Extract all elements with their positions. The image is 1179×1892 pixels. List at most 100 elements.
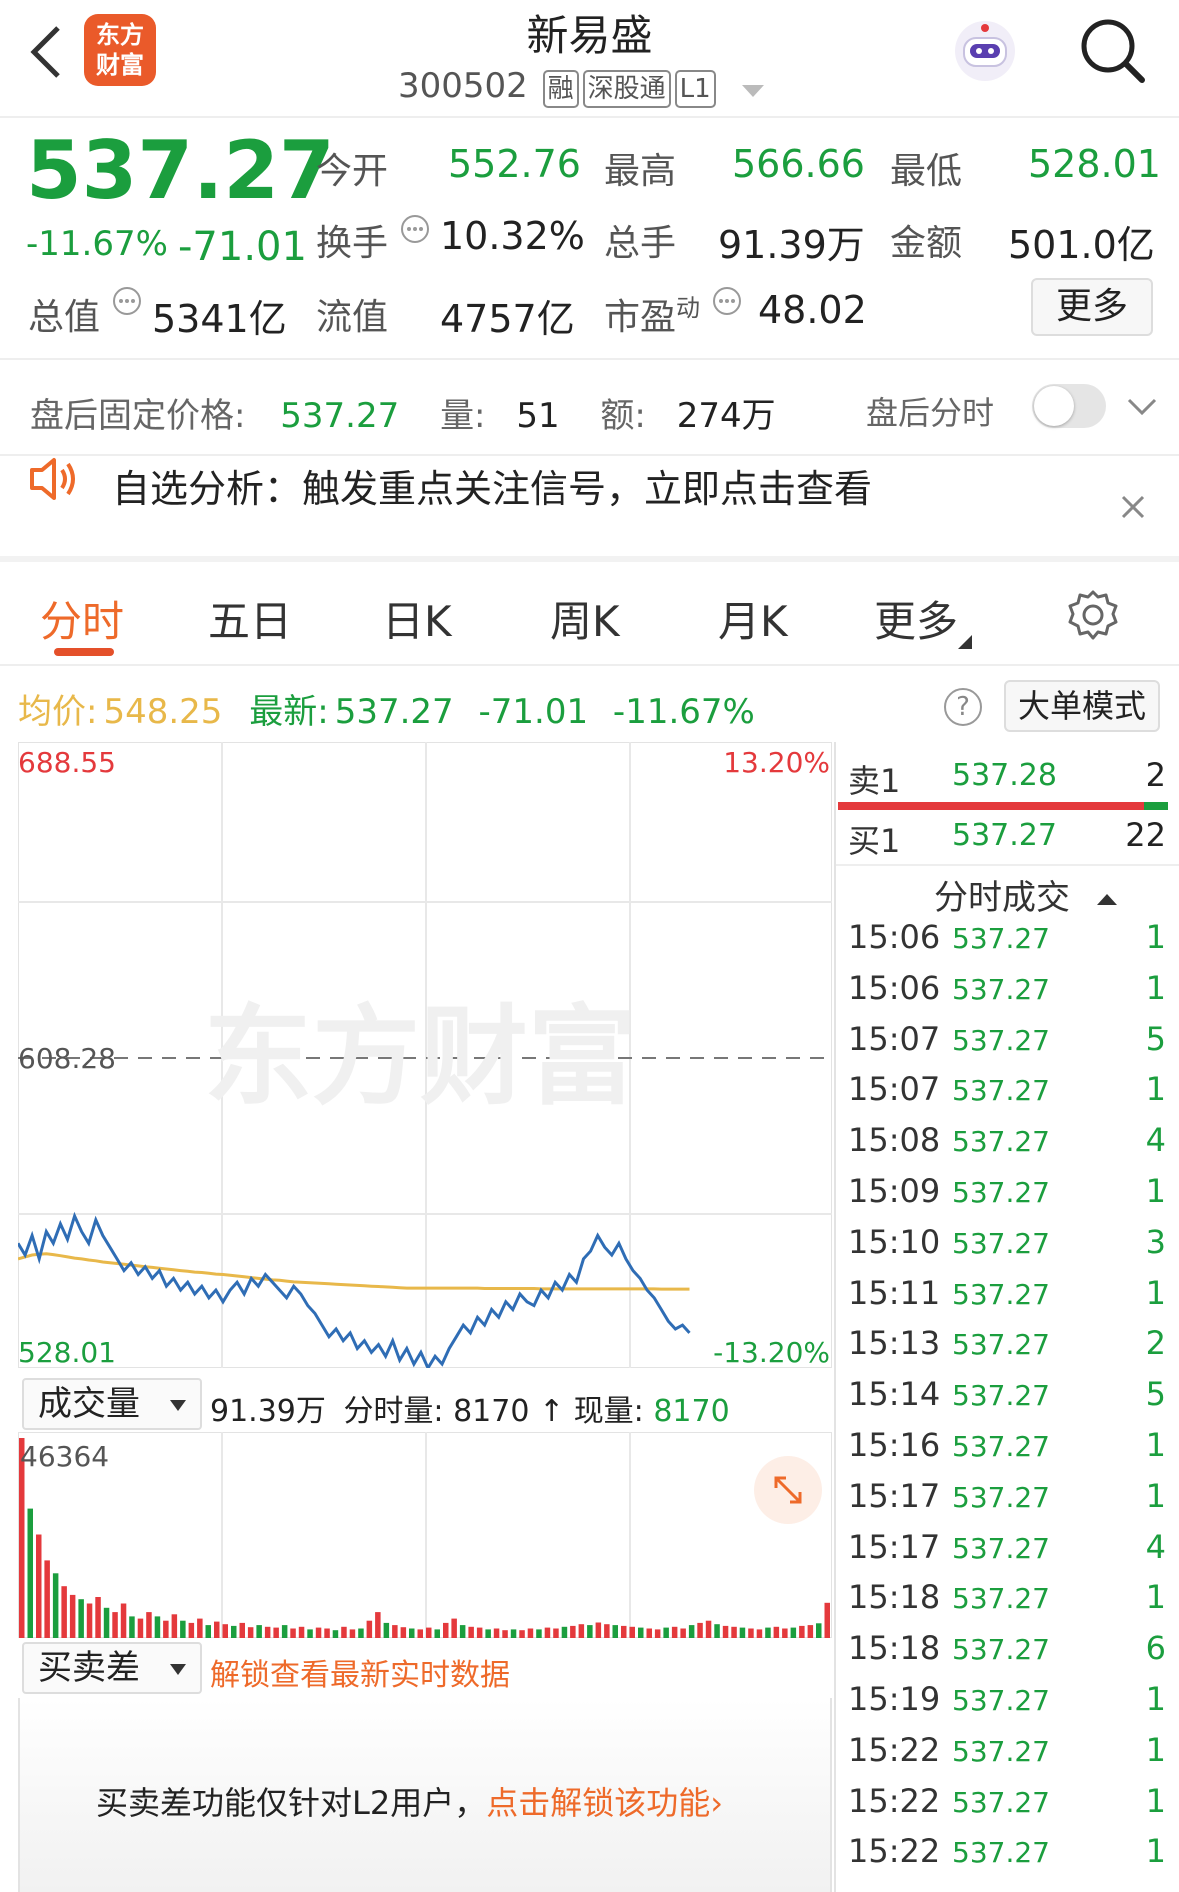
tick-time: 15:14 bbox=[848, 1375, 941, 1414]
volume-bar bbox=[604, 1624, 610, 1638]
tick-price: 537.27 bbox=[952, 1023, 1050, 1057]
tick-row: 15:18 537.27 6 bbox=[848, 1629, 1166, 1679]
high-value: 566.66 bbox=[732, 142, 865, 186]
volume-bar bbox=[578, 1624, 585, 1638]
tab-active-indicator bbox=[54, 648, 114, 656]
volume-bar bbox=[476, 1627, 483, 1638]
spread-indicator-dropdown[interactable]: 买卖差 bbox=[22, 1642, 202, 1694]
expand-icon[interactable] bbox=[754, 1456, 822, 1524]
big-order-mode-button[interactable]: 大单模式 bbox=[1004, 680, 1160, 732]
up-arrow-icon: ↑ bbox=[539, 1394, 565, 1429]
tick-time: 15:11 bbox=[848, 1273, 941, 1312]
l2-promo-panel: 买卖差功能仅针对L2用户，点击解锁该功能› bbox=[18, 1698, 832, 1892]
intraday-price-chart[interactable]: 东方财富 688.55 13.20% 608.28 528.01 -13.20% bbox=[18, 742, 832, 1368]
volume-bar bbox=[570, 1625, 576, 1638]
volume-bar bbox=[553, 1628, 559, 1638]
tick-time: 15:17 bbox=[848, 1527, 941, 1566]
volume-bar bbox=[587, 1625, 593, 1638]
float-cap-label: 流值 bbox=[316, 297, 389, 338]
tab-daily-k[interactable]: 日K bbox=[382, 588, 452, 649]
volume-bar bbox=[824, 1602, 830, 1638]
tab-more[interactable]: 更多 bbox=[874, 588, 973, 649]
volume-bar bbox=[307, 1629, 313, 1638]
tab-weekly-k[interactable]: 周K bbox=[550, 588, 620, 649]
more-button[interactable]: 更多 bbox=[1031, 278, 1153, 336]
tick-row: 15:22 537.27 1 bbox=[848, 1782, 1166, 1832]
volume-bar bbox=[680, 1628, 686, 1638]
info-icon[interactable] bbox=[112, 286, 142, 320]
close-icon[interactable] bbox=[1120, 494, 1146, 524]
volume-bar bbox=[493, 1628, 500, 1638]
volume-bar bbox=[392, 1625, 398, 1638]
tick-time: 15:06 bbox=[848, 918, 941, 956]
volume-indicator-dropdown[interactable]: 成交量 bbox=[22, 1378, 202, 1430]
volume-chart[interactable]: 46364 bbox=[18, 1432, 832, 1638]
tick-time: 15:17 bbox=[848, 1476, 941, 1515]
volume-bar bbox=[612, 1625, 618, 1638]
tick-row: 15:22 537.27 1 bbox=[848, 1731, 1166, 1781]
volume-info: 91.39万 分时量: 8170 ↑ 现量: 8170 bbox=[210, 1386, 730, 1430]
volume-bar bbox=[536, 1629, 542, 1638]
volume-bar bbox=[315, 1627, 322, 1638]
tick-price: 537.27 bbox=[952, 1328, 1050, 1362]
after-hours-amt: 274万 bbox=[676, 396, 776, 436]
after-hours-toggle[interactable] bbox=[1032, 384, 1106, 428]
stock-code-row[interactable]: 300502 融深股通 L1 bbox=[398, 66, 765, 108]
unlock-feature-link[interactable]: 点击解锁该功能 bbox=[486, 1784, 710, 1822]
tick-price: 537.27 bbox=[952, 1176, 1050, 1209]
tick-price: 537.27 bbox=[952, 922, 1050, 955]
settings-gear-icon[interactable] bbox=[1066, 588, 1120, 646]
volume-bar bbox=[426, 1627, 432, 1638]
tick-row: 15:10 537.27 3 bbox=[848, 1223, 1166, 1273]
tick-time: 15:06 bbox=[848, 968, 941, 1007]
sell-1-label: 卖1 bbox=[848, 762, 901, 800]
tick-time: 15:13 bbox=[848, 1324, 941, 1363]
amount-label: 金额 bbox=[890, 223, 963, 264]
volume-bar bbox=[714, 1624, 720, 1638]
buy-1-price: 537.27 bbox=[952, 818, 1057, 853]
info-icon[interactable] bbox=[712, 286, 742, 320]
tick-volume: 1 bbox=[1145, 1781, 1166, 1820]
tick-row: 15:22 537.27 1 bbox=[848, 1832, 1166, 1882]
volume-bar bbox=[417, 1629, 423, 1638]
volume-bar bbox=[273, 1627, 279, 1638]
l2-promo-text[interactable]: 买卖差功能仅针对L2用户，点击解锁该功能› bbox=[96, 1778, 723, 1824]
robot-assistant-icon[interactable] bbox=[952, 18, 1018, 84]
info-bar: 均价: 548.25 最新: 537.27 -71.01 -11.67% bbox=[18, 684, 755, 733]
tab-monthly-k[interactable]: 月K bbox=[718, 588, 788, 649]
unlock-realtime-link[interactable]: 解锁查看最新实时数据 bbox=[210, 1650, 510, 1694]
search-icon[interactable] bbox=[1078, 16, 1148, 86]
volume-bar bbox=[95, 1597, 101, 1638]
help-icon[interactable]: ? bbox=[944, 688, 982, 726]
volume-bar bbox=[154, 1616, 161, 1638]
tab-five-day[interactable]: 五日 bbox=[208, 588, 292, 649]
tick-row: 15:18 537.27 1 bbox=[848, 1578, 1166, 1628]
tick-volume: 6 bbox=[1145, 1629, 1166, 1668]
volume-bar bbox=[163, 1620, 169, 1638]
volume-bar bbox=[646, 1628, 652, 1638]
header-bar: 东方 财富 新易盛 300502 融深股通 L1 bbox=[0, 0, 1179, 118]
notice-text[interactable]: 自选分析：触发重点关注信号，立即点击查看 bbox=[112, 458, 872, 513]
volume-bar bbox=[324, 1628, 330, 1638]
chevron-down-icon[interactable] bbox=[742, 68, 765, 108]
tick-price: 537.27 bbox=[952, 972, 1050, 1006]
volume-bar bbox=[298, 1626, 305, 1638]
pe-value: 48.02 bbox=[758, 288, 867, 332]
sell-1-volume: 2 bbox=[1145, 756, 1166, 794]
pe-label: 市盈动 bbox=[604, 294, 701, 338]
volume-bar bbox=[120, 1603, 127, 1638]
chart-watermark: 东方财富 bbox=[204, 995, 636, 1120]
volume-bar bbox=[341, 1626, 347, 1638]
chevron-down-icon[interactable] bbox=[1126, 396, 1158, 422]
volume-bar bbox=[86, 1603, 93, 1638]
tick-price: 537.27 bbox=[952, 1633, 1050, 1667]
tick-price: 537.27 bbox=[952, 1480, 1050, 1514]
tab-intraday[interactable]: 分时 bbox=[40, 588, 124, 649]
after-hours-price: 537.27 bbox=[280, 396, 400, 436]
info-icon[interactable] bbox=[400, 214, 430, 248]
volume-bar bbox=[129, 1616, 135, 1638]
volume-bar bbox=[264, 1626, 271, 1638]
ticks-header[interactable]: 分时成交 bbox=[934, 870, 1117, 919]
volume-max-label: 46364 bbox=[20, 1440, 109, 1473]
volume-bar bbox=[383, 1622, 390, 1638]
